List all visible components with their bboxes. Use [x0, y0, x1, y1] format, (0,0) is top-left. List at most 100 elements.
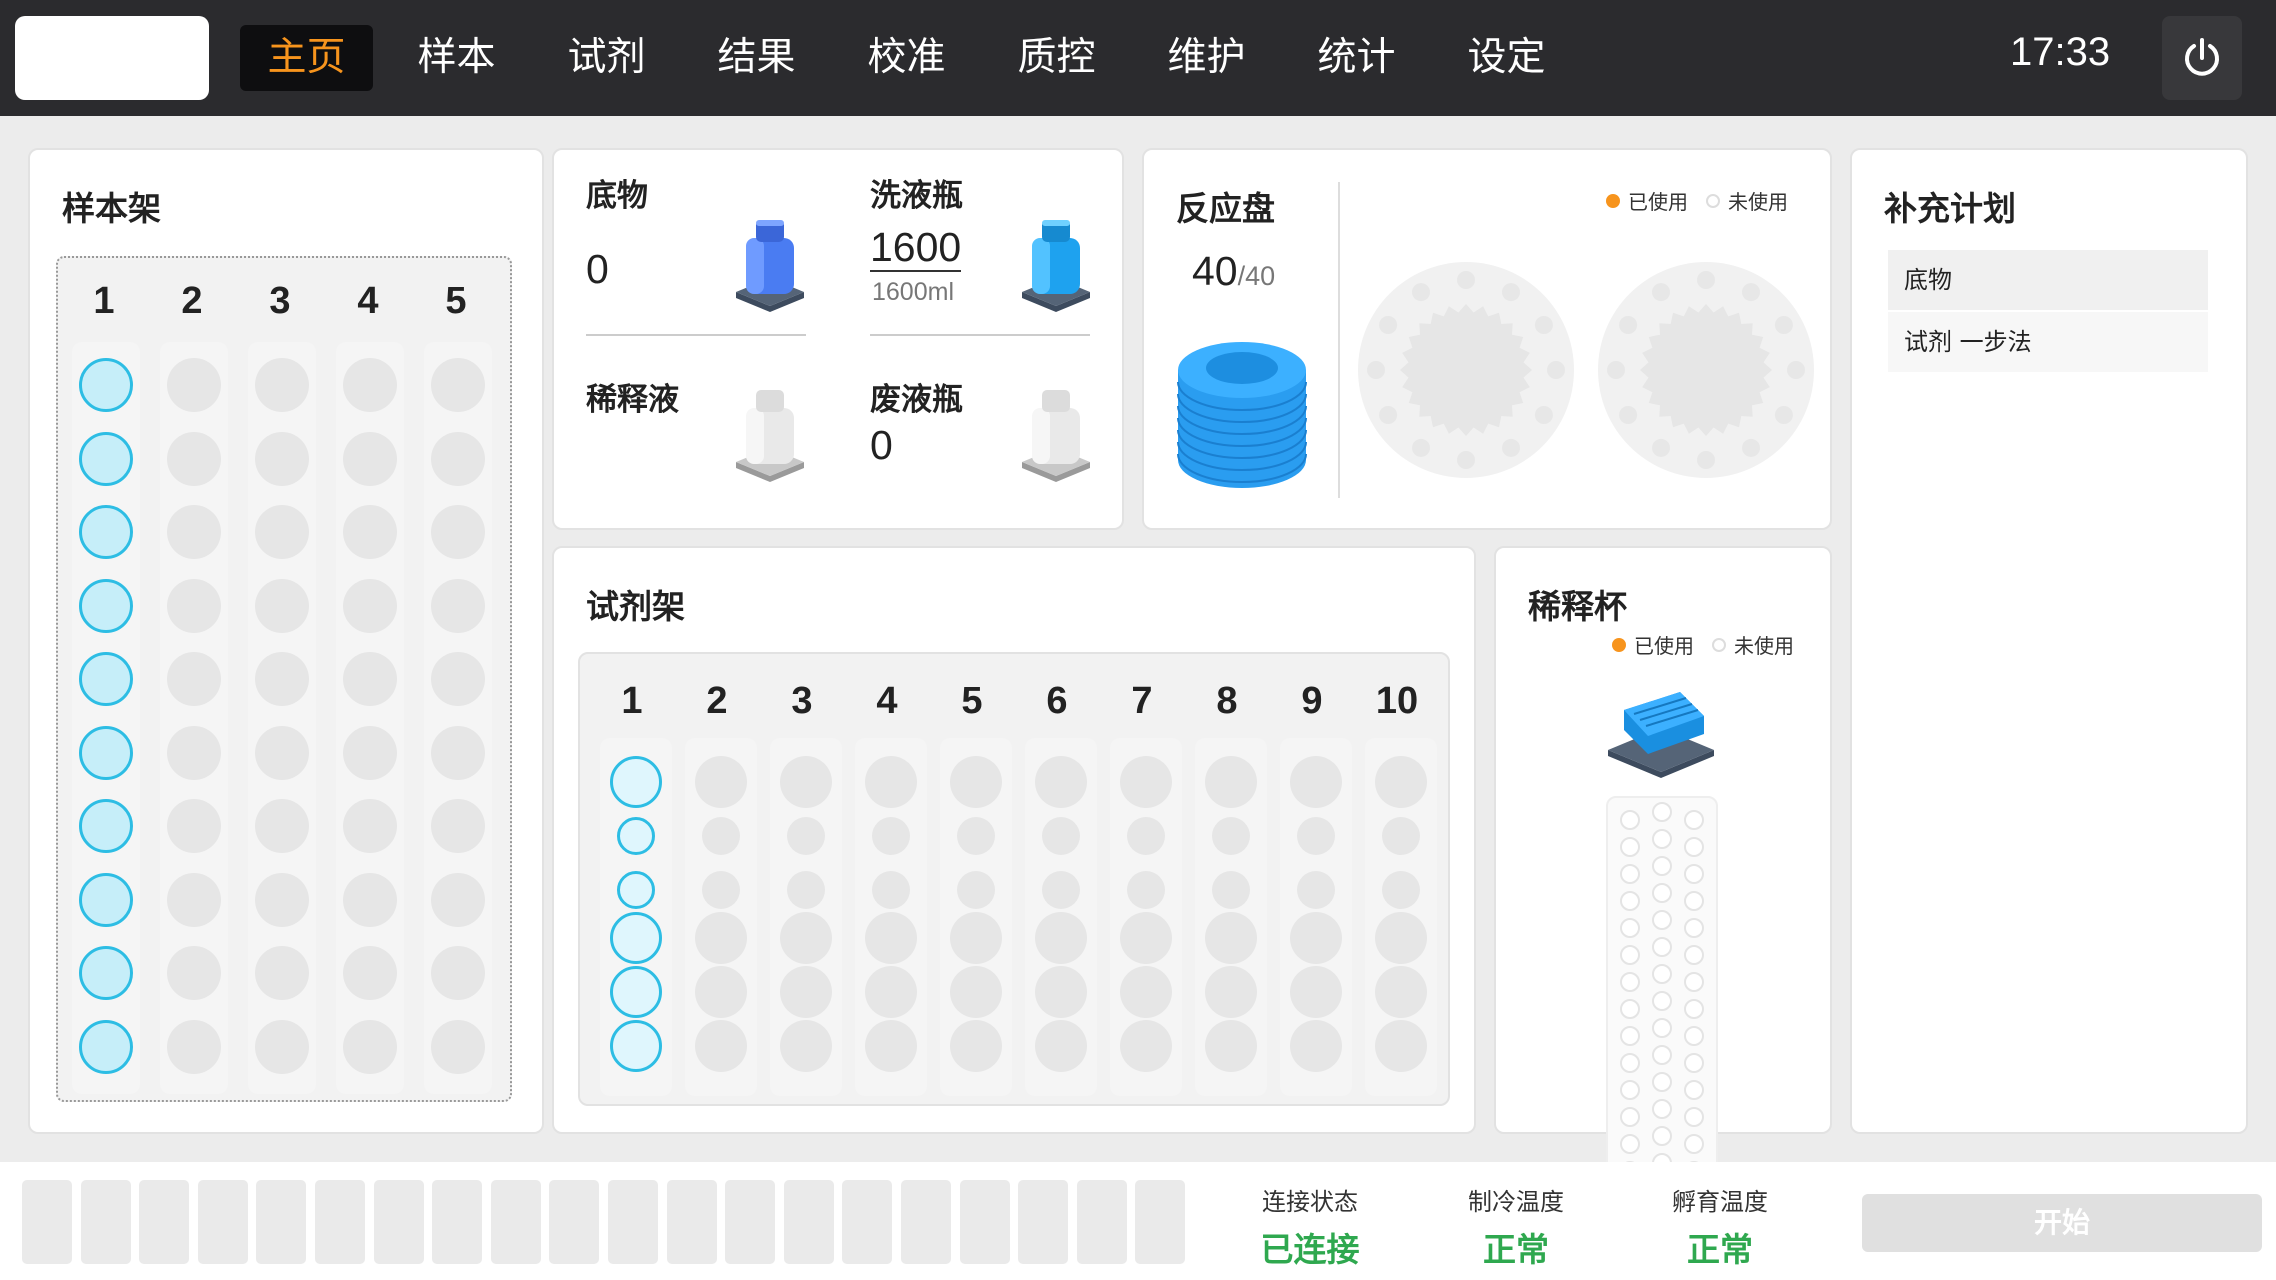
- sample-position[interactable]: [343, 946, 397, 1000]
- dilution-well[interactable]: [1684, 1026, 1704, 1046]
- reagent-position[interactable]: [865, 966, 917, 1018]
- reagent-position[interactable]: [1290, 1020, 1342, 1072]
- sample-position[interactable]: [431, 431, 485, 486]
- reagent-position[interactable]: [1290, 966, 1342, 1018]
- reagent-position[interactable]: [695, 912, 747, 964]
- reagent-position[interactable]: [1205, 1020, 1257, 1072]
- dilution-well[interactable]: [1620, 891, 1640, 911]
- sample-position[interactable]: [431, 578, 485, 633]
- sample-position[interactable]: [431, 799, 485, 853]
- sample-position[interactable]: [255, 431, 309, 486]
- reagent-position[interactable]: [617, 871, 655, 909]
- disk-well[interactable]: [1502, 283, 1520, 302]
- reagent-position[interactable]: [1205, 966, 1257, 1018]
- sample-position[interactable]: [343, 725, 397, 780]
- sample-position[interactable]: [255, 505, 309, 559]
- reaction-disk-1[interactable]: [1356, 260, 1576, 480]
- reagent-position[interactable]: [1290, 756, 1342, 808]
- reagent-position[interactable]: [865, 1020, 917, 1072]
- disk-well[interactable]: [1412, 438, 1430, 457]
- sample-position[interactable]: [167, 431, 221, 486]
- reagent-position[interactable]: [1375, 1020, 1427, 1072]
- reagent-position[interactable]: [957, 871, 995, 909]
- disk-well[interactable]: [1697, 451, 1715, 469]
- dilution-well[interactable]: [1652, 937, 1672, 957]
- dilution-well[interactable]: [1684, 1053, 1704, 1073]
- nav-home[interactable]: 主页: [240, 25, 373, 91]
- reagent-position[interactable]: [1120, 966, 1172, 1018]
- reagent-position[interactable]: [1035, 1020, 1087, 1072]
- start-button[interactable]: 开始: [1862, 1194, 2262, 1252]
- sample-position[interactable]: [79, 1019, 133, 1074]
- sample-position[interactable]: [255, 578, 309, 633]
- sample-position[interactable]: [79, 652, 133, 706]
- replenish-item-reagent[interactable]: 试剂 一步法: [1888, 312, 2208, 372]
- reagent-position[interactable]: [617, 817, 655, 855]
- reagent-position[interactable]: [780, 756, 832, 808]
- reagent-position[interactable]: [1127, 871, 1165, 909]
- disk-well[interactable]: [1774, 406, 1793, 424]
- sample-position[interactable]: [343, 578, 397, 633]
- dilution-well[interactable]: [1684, 1134, 1704, 1154]
- disk-well[interactable]: [1697, 271, 1715, 289]
- reagent-position[interactable]: [695, 966, 747, 1018]
- dilution-well[interactable]: [1684, 810, 1704, 830]
- reagent-position[interactable]: [1042, 871, 1080, 909]
- dilution-well[interactable]: [1652, 802, 1672, 822]
- sample-position[interactable]: [255, 799, 309, 853]
- sample-position[interactable]: [343, 799, 397, 853]
- reagent-position[interactable]: [1297, 817, 1335, 855]
- dilution-well[interactable]: [1620, 837, 1640, 857]
- reagent-position[interactable]: [695, 1020, 747, 1072]
- reagent-position[interactable]: [1035, 912, 1087, 964]
- sample-position[interactable]: [167, 946, 221, 1000]
- sample-position[interactable]: [79, 872, 133, 927]
- dilution-well[interactable]: [1620, 1107, 1640, 1127]
- sample-position[interactable]: [431, 725, 485, 780]
- dilution-well[interactable]: [1652, 1126, 1672, 1146]
- dilution-well[interactable]: [1652, 883, 1672, 903]
- sample-position[interactable]: [79, 505, 133, 559]
- reagent-position[interactable]: [1120, 1020, 1172, 1072]
- dilution-well[interactable]: [1620, 918, 1640, 938]
- disk-well[interactable]: [1607, 361, 1625, 379]
- dilution-well[interactable]: [1652, 910, 1672, 930]
- reagent-position[interactable]: [780, 912, 832, 964]
- dilution-well[interactable]: [1684, 864, 1704, 884]
- nav-settings[interactable]: 设定: [1440, 25, 1573, 91]
- dilution-well[interactable]: [1620, 1053, 1640, 1073]
- sample-position[interactable]: [79, 799, 133, 853]
- disk-well[interactable]: [1534, 406, 1553, 424]
- sample-position[interactable]: [343, 1019, 397, 1074]
- dilution-well[interactable]: [1652, 1072, 1672, 1092]
- sample-position[interactable]: [343, 431, 397, 486]
- reagent-position[interactable]: [1205, 912, 1257, 964]
- dilution-well[interactable]: [1652, 1018, 1672, 1038]
- dilution-well[interactable]: [1620, 864, 1640, 884]
- reagent-position[interactable]: [787, 871, 825, 909]
- disk-well[interactable]: [1742, 438, 1760, 457]
- dilution-well[interactable]: [1652, 829, 1672, 849]
- reagent-position[interactable]: [1375, 756, 1427, 808]
- sample-position[interactable]: [255, 358, 309, 412]
- reagent-position[interactable]: [1290, 912, 1342, 964]
- sample-position[interactable]: [255, 872, 309, 927]
- sample-position[interactable]: [255, 946, 309, 1000]
- sample-position[interactable]: [167, 799, 221, 853]
- sample-position[interactable]: [167, 872, 221, 927]
- dilution-well[interactable]: [1652, 856, 1672, 876]
- dilution-well[interactable]: [1684, 945, 1704, 965]
- reagent-position[interactable]: [1375, 966, 1427, 1018]
- disk-well[interactable]: [1742, 283, 1760, 302]
- reagent-position[interactable]: [1035, 966, 1087, 1018]
- dilution-well[interactable]: [1620, 1080, 1640, 1100]
- power-button[interactable]: [2162, 16, 2242, 100]
- reagent-position[interactable]: [865, 912, 917, 964]
- dilution-well[interactable]: [1684, 1080, 1704, 1100]
- nav-statistics[interactable]: 统计: [1290, 25, 1423, 91]
- dilution-well[interactable]: [1620, 810, 1640, 830]
- reagent-position[interactable]: [1120, 756, 1172, 808]
- reagent-position[interactable]: [610, 966, 662, 1018]
- dilution-well[interactable]: [1620, 972, 1640, 992]
- disk-well[interactable]: [1502, 438, 1520, 457]
